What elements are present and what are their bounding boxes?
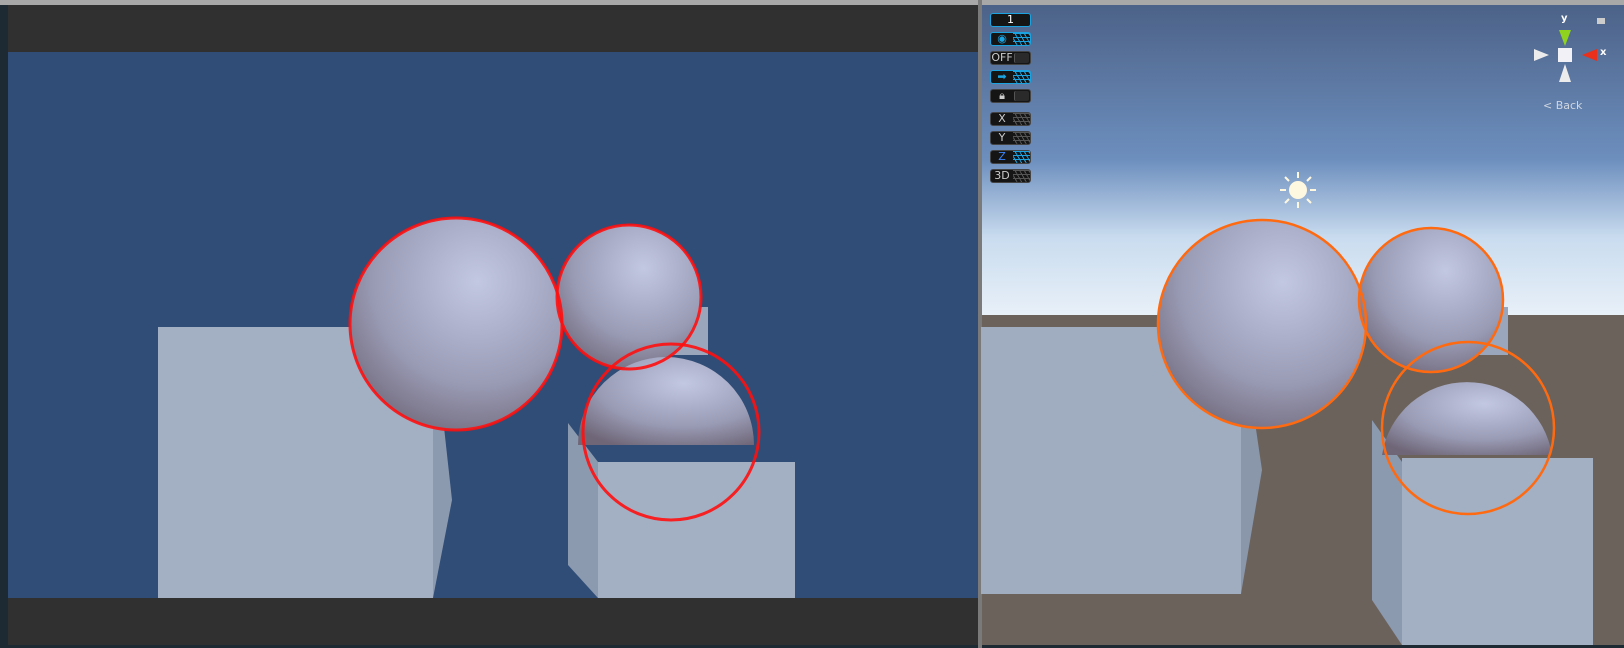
cube-right bbox=[598, 462, 795, 598]
scene-view[interactable] bbox=[981, 5, 1624, 645]
directional-light-icon[interactable] bbox=[1280, 172, 1316, 208]
axis-z-toggle[interactable]: Z bbox=[990, 150, 1031, 164]
lock-toggle[interactable]: 🔒︎ bbox=[990, 89, 1031, 103]
off-toggle[interactable]: OFF bbox=[990, 51, 1031, 65]
axis-y-toggle[interactable]: Y bbox=[990, 131, 1031, 145]
arrow-right-icon: ➡ bbox=[997, 70, 1007, 83]
back-button[interactable]: < Back bbox=[1543, 99, 1582, 112]
lock-icon: 🔒︎ bbox=[999, 89, 1005, 102]
game-view[interactable] bbox=[8, 5, 978, 645]
layer-field[interactable]: 1 bbox=[990, 13, 1031, 27]
move-toggle[interactable]: ➡ bbox=[990, 70, 1031, 84]
editor-viewports bbox=[0, 0, 1624, 648]
lock-icon[interactable] bbox=[1597, 18, 1605, 24]
mode-3d-toggle[interactable]: 3D bbox=[990, 169, 1031, 183]
grid-icon bbox=[1013, 33, 1030, 45]
scene-cube-right bbox=[1402, 458, 1593, 645]
visibility-toggle[interactable]: ◉ bbox=[990, 32, 1031, 46]
gizmo-y-label: y bbox=[1561, 13, 1568, 24]
toolbar-strip bbox=[0, 0, 1624, 5]
gizmo-x-label: x bbox=[1600, 47, 1607, 58]
axis-x-toggle[interactable]: X bbox=[990, 112, 1031, 126]
eye-icon: ◉ bbox=[997, 32, 1007, 45]
